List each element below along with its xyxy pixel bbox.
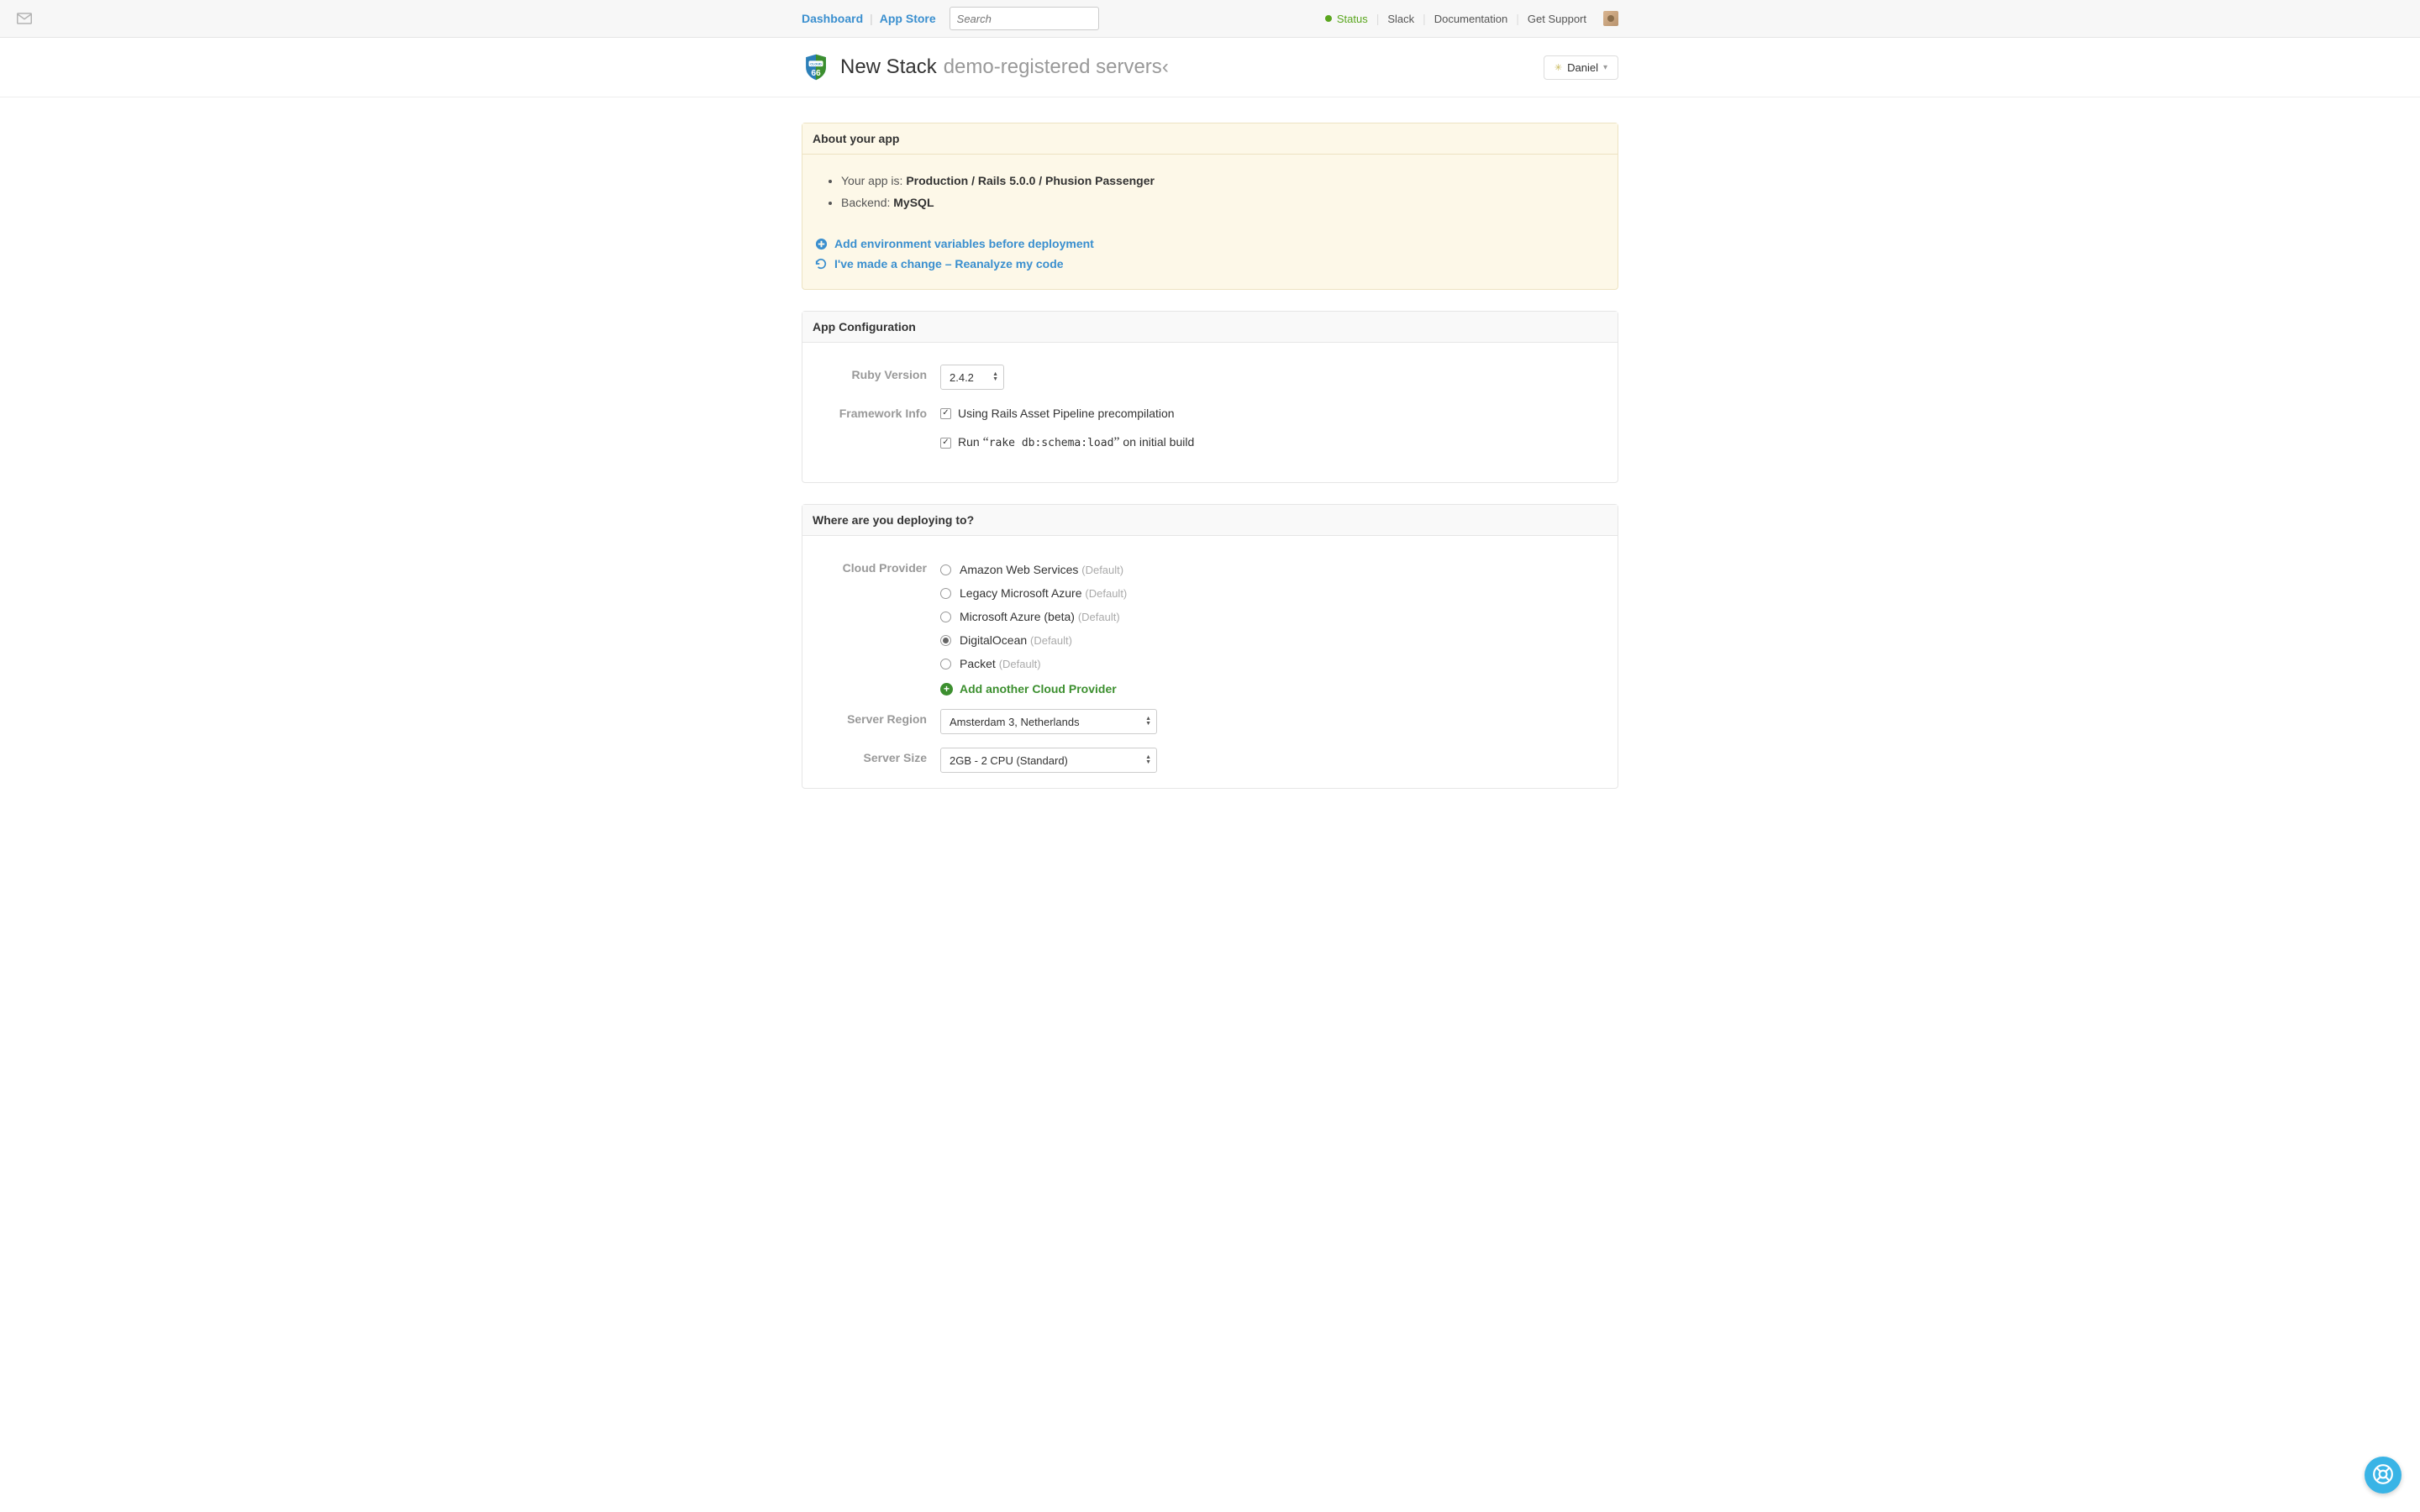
server-size-label: Server Size: [814, 748, 940, 773]
add-env-vars-label: Add environment variables before deploym…: [834, 237, 1094, 250]
status-label: Status: [1337, 13, 1368, 25]
checkbox-asset-pipeline-row: Using Rails Asset Pipeline precompilatio…: [940, 403, 1606, 432]
page-title: New Stack demo-registered servers‹: [840, 55, 1169, 79]
provider-label: DigitalOcean (Default): [960, 633, 1072, 647]
provider-label: Amazon Web Services (Default): [960, 563, 1123, 576]
nav-support[interactable]: Get Support: [1519, 13, 1595, 25]
chevron-down-icon: ▾: [1603, 63, 1607, 72]
plus-circle-icon: [814, 238, 828, 250]
about-line-backend: Backend: MySQL: [841, 192, 1606, 213]
provider-row: Amazon Web Services (Default): [940, 558, 1606, 581]
provider-label: Legacy Microsoft Azure (Default): [960, 586, 1127, 600]
provider-hint: (Default): [999, 658, 1041, 670]
reanalyze-link[interactable]: I've made a change – Reanalyze my code: [814, 254, 1606, 274]
nav-right: Status | Slack | Documentation | Get Sup…: [1317, 11, 1618, 26]
nav-left: Dashboard | App Store: [802, 7, 1099, 30]
provider-radio[interactable]: [940, 659, 951, 669]
nav-docs[interactable]: Documentation: [1426, 13, 1516, 25]
ruby-version-value: 2.4.2: [941, 371, 992, 384]
cloud66-logo-icon: CLOUD 66: [802, 53, 830, 81]
deploy-panel: Where are you deploying to? Cloud Provid…: [802, 504, 1618, 789]
select-arrows-icon: ▲▼: [1145, 717, 1151, 727]
help-fab[interactable]: [2365, 1457, 2402, 1494]
reanalyze-label: I've made a change – Reanalyze my code: [834, 257, 1064, 270]
server-size-value: 2GB - 2 CPU (Standard): [941, 754, 1086, 767]
app-config-panel: App Configuration Ruby Version 2.4.2 ▲▼ …: [802, 311, 1618, 483]
checkbox-asset-pipeline-label: Using Rails Asset Pipeline precompilatio…: [958, 407, 1175, 420]
select-arrows-icon: ▲▼: [992, 372, 998, 382]
svg-text:66: 66: [811, 69, 821, 78]
checkbox-schema-load[interactable]: [940, 438, 951, 449]
page-title-main: New Stack: [840, 55, 937, 79]
refresh-icon: [814, 258, 828, 270]
about-panel: About your app Your app is: Production /…: [802, 123, 1618, 290]
about-line-app: Your app is: Production / Rails 5.0.0 / …: [841, 170, 1606, 192]
server-region-label: Server Region: [814, 709, 940, 734]
nav-status[interactable]: Status: [1317, 13, 1376, 25]
search-input[interactable]: [950, 7, 1099, 30]
header-band: CLOUD 66 New Stack demo-registered serve…: [0, 38, 2420, 97]
plus-circle-icon: +: [940, 683, 953, 696]
select-arrows-icon: ▲▼: [1145, 755, 1151, 765]
about-heading: About your app: [802, 123, 1618, 155]
provider-radio[interactable]: [940, 588, 951, 599]
add-provider-label: Add another Cloud Provider: [960, 682, 1117, 696]
provider-radio[interactable]: [940, 564, 951, 575]
provider-radio[interactable]: [940, 635, 951, 646]
add-provider-link[interactable]: + Add another Cloud Provider: [940, 675, 1606, 696]
server-region-select[interactable]: Amsterdam 3, Netherlands ▲▼: [940, 709, 1157, 734]
cloud-provider-label: Cloud Provider: [814, 558, 940, 696]
server-size-select[interactable]: 2GB - 2 CPU (Standard) ▲▼: [940, 748, 1157, 773]
provider-hint: (Default): [1081, 564, 1123, 576]
provider-hint: (Default): [1078, 611, 1120, 623]
framework-info-label: Framework Info: [814, 403, 940, 454]
app-config-heading: App Configuration: [802, 312, 1618, 343]
add-env-vars-link[interactable]: Add environment variables before deploym…: [814, 234, 1606, 254]
provider-hint: (Default): [1085, 587, 1127, 600]
lifebuoy-icon: [2372, 1463, 2394, 1488]
svg-text:CLOUD: CLOUD: [810, 62, 822, 66]
top-nav: Dashboard | App Store Status | Slack | D…: [0, 0, 2420, 38]
server-region-value: Amsterdam 3, Netherlands: [941, 716, 1098, 728]
checkbox-schema-load-row: Run “rake db:schema:load” on initial bui…: [940, 432, 1606, 454]
cloud-provider-field: Amazon Web Services (Default) Legacy Micr…: [940, 558, 1606, 696]
nav-appstore[interactable]: App Store: [873, 12, 943, 25]
user-dropdown-label: Daniel: [1567, 61, 1598, 74]
ruby-version-label: Ruby Version: [814, 365, 940, 390]
provider-row: Legacy Microsoft Azure (Default): [940, 581, 1606, 605]
provider-label: Packet (Default): [960, 657, 1041, 670]
avatar[interactable]: [1603, 11, 1618, 26]
provider-label: Microsoft Azure (beta) (Default): [960, 610, 1120, 623]
ruby-version-select[interactable]: 2.4.2 ▲▼: [940, 365, 1004, 390]
user-dropdown[interactable]: ✳ Daniel ▾: [1544, 55, 1618, 80]
caret-left-icon: ‹: [1162, 55, 1169, 78]
deploy-heading: Where are you deploying to?: [802, 505, 1618, 536]
provider-hint: (Default): [1030, 634, 1072, 647]
provider-row: Packet (Default): [940, 652, 1606, 675]
nav-slack[interactable]: Slack: [1379, 13, 1423, 25]
user-star-icon: ✳: [1555, 62, 1562, 73]
mail-icon[interactable]: [17, 13, 32, 24]
page-subtitle: demo-registered servers‹: [944, 55, 1169, 79]
nav-dashboard[interactable]: Dashboard: [802, 12, 870, 25]
checkbox-asset-pipeline[interactable]: [940, 408, 951, 419]
about-list: Your app is: Production / Rails 5.0.0 / …: [814, 170, 1606, 213]
provider-row: DigitalOcean (Default): [940, 628, 1606, 652]
provider-radio[interactable]: [940, 612, 951, 622]
status-dot-icon: [1325, 15, 1332, 22]
checkbox-schema-load-label: Run “rake db:schema:load” on initial bui…: [958, 435, 1194, 450]
provider-row: Microsoft Azure (beta) (Default): [940, 605, 1606, 628]
